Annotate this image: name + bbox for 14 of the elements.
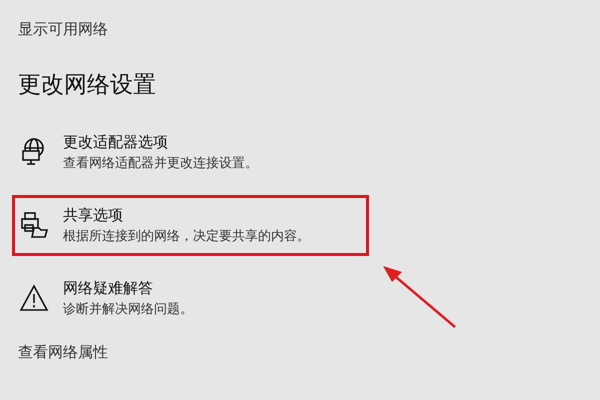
settings-item[interactable]: 网络疑难解答 诊断并解决网络问题。: [12, 268, 369, 329]
show-networks-link[interactable]: 显示可用网络: [18, 20, 108, 39]
printer-folder-icon: [19, 210, 49, 240]
item-title: 更改适配器选项: [63, 133, 169, 152]
network-properties-link[interactable]: 查看网络属性: [18, 343, 108, 362]
warning-icon: [19, 283, 49, 313]
item-description: 诊断并解决网络问题。: [63, 301, 193, 318]
section-heading: 更改网络设置: [18, 71, 156, 100]
settings-item[interactable]: 共享选项 根据所连接到的网络，决定要共享的内容。: [12, 195, 369, 256]
item-title: 共享选项: [63, 206, 124, 225]
item-title: 网络疑难解答: [63, 279, 154, 298]
item-description: 查看网络适配器并更改连接设置。: [63, 155, 258, 172]
item-description: 根据所连接到的网络，决定要共享的内容。: [63, 228, 310, 245]
settings-item[interactable]: 更改适配器选项 查看网络适配器并更改连接设置。: [12, 122, 369, 183]
